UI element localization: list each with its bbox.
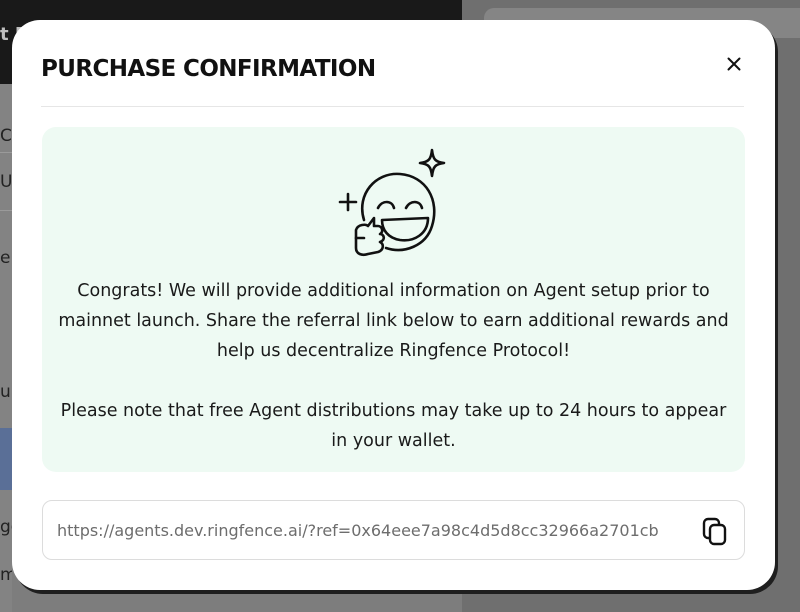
happy-thumbs-up-face-icon (338, 148, 446, 257)
illustration (334, 146, 458, 258)
purchase-confirmation-modal: PURCHASE CONFIRMATION Congrats! We will … (12, 20, 775, 590)
copy-link-button[interactable] (701, 516, 729, 546)
referral-link-box (42, 500, 745, 560)
close-icon (727, 57, 741, 71)
background-divider (0, 152, 12, 153)
background-fragment: US (0, 172, 12, 192)
background-fragment: ur (0, 382, 12, 402)
background-fragment: C (0, 126, 12, 146)
confirmation-message: Congrats! We will provide additional inf… (52, 276, 735, 456)
background-fragment: mi (0, 565, 12, 585)
copy-icon (702, 517, 727, 546)
modal-title: PURCHASE CONFIRMATION (41, 56, 376, 82)
close-button[interactable] (720, 50, 748, 78)
background-fragment: e (0, 248, 11, 268)
background-blue-block (0, 428, 12, 490)
confirmation-info-box: Congrats! We will provide additional inf… (42, 127, 745, 472)
message-paragraph-2: Please note that free Agent distribution… (60, 401, 727, 451)
message-paragraph-1: Congrats! We will provide additional inf… (58, 281, 729, 361)
title-divider (41, 106, 744, 107)
background-fragment: ge (0, 517, 12, 537)
referral-link-field[interactable] (57, 518, 695, 542)
background-divider (0, 210, 12, 211)
